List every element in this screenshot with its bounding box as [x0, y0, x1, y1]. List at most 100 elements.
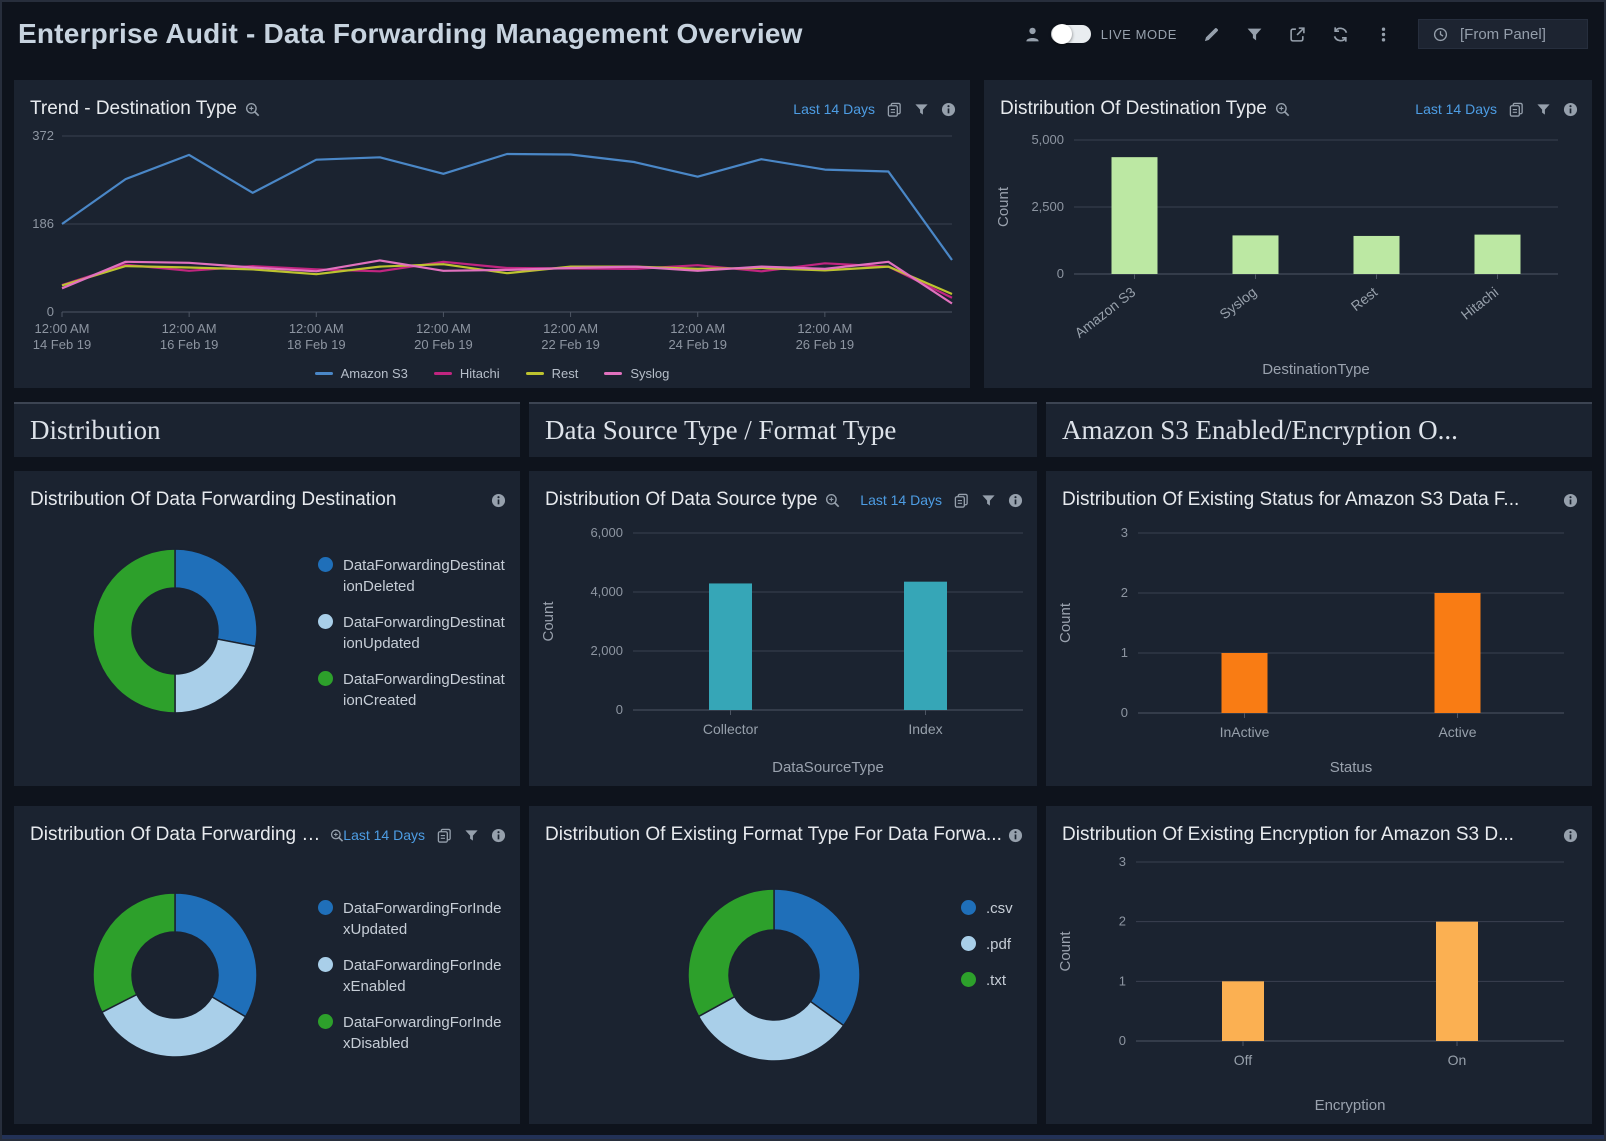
panel-data-source-type: Distribution Of Data Source type Last 14… — [529, 471, 1037, 786]
zoom-in-icon[interactable] — [1275, 102, 1290, 117]
svg-text:16 Feb 19: 16 Feb 19 — [160, 337, 219, 352]
panel-title: Distribution Of Data Source type — [545, 489, 817, 511]
svg-text:Amazon S3: Amazon S3 — [1071, 284, 1138, 341]
section-amazon-s3-enabled-encryption: Amazon S3 Enabled/Encryption O... — [1046, 402, 1592, 457]
svg-text:3: 3 — [1119, 854, 1126, 869]
svg-text:Count: Count — [540, 601, 557, 642]
panel-time-range[interactable]: Last 14 Days — [1415, 101, 1497, 117]
svg-text:2: 2 — [1121, 585, 1128, 600]
panel-forwarding-destination: Distribution Of Data Forwarding Destinat… — [14, 471, 520, 786]
svg-text:Rest: Rest — [1348, 284, 1381, 314]
svg-text:0: 0 — [1121, 705, 1128, 720]
svg-text:3: 3 — [1121, 525, 1128, 540]
dashboard-root: Enterprise Audit - Data Forwarding Manag… — [0, 0, 1606, 1141]
panel-title: Distribution Of Data Forwarding Destinat… — [30, 489, 396, 511]
format-type-donut-chart[interactable]: .csv.pdf.txt — [529, 850, 1037, 1124]
legend-item[interactable]: Syslog — [604, 366, 669, 381]
legend-swatch — [604, 372, 622, 375]
legend-label: Hitachi — [460, 366, 500, 381]
panel-time-range[interactable]: Last 14 Days — [793, 101, 875, 117]
info-icon[interactable] — [1563, 828, 1578, 843]
trend-line-chart[interactable]: 018637212:00 AM14 Feb 1912:00 AM16 Feb 1… — [14, 124, 970, 358]
trend-legend: Amazon S3 Hitachi Rest Syslog — [14, 358, 970, 388]
filter-icon[interactable] — [914, 102, 929, 117]
filter-icon[interactable] — [464, 828, 479, 843]
destination-type-bar-chart[interactable]: 02,5005,000CountAmazon S3SyslogRestHitac… — [984, 124, 1592, 388]
copy-icon[interactable] — [954, 493, 969, 508]
panel-time-range[interactable]: Last 14 Days — [860, 492, 942, 508]
svg-text:Count: Count — [995, 186, 1012, 227]
panel-title: Distribution Of Existing Format Type For… — [545, 824, 1002, 846]
copy-icon[interactable] — [437, 828, 452, 843]
panel-forwarding-index: Distribution Of Data Forwarding Index La… — [14, 806, 520, 1124]
legend-label: Syslog — [630, 366, 669, 381]
info-icon[interactable] — [941, 102, 956, 117]
legend-swatch — [526, 372, 544, 375]
zoom-in-icon[interactable] — [330, 828, 344, 843]
legend-swatch — [434, 372, 452, 375]
panel-title: Trend - Destination Type — [30, 98, 237, 120]
share-icon[interactable] — [1289, 26, 1306, 43]
forwarding-destination-donut-chart[interactable]: DataForwardingDestinationDeletedDataForw… — [14, 515, 520, 786]
svg-text:5,000: 5,000 — [1031, 132, 1064, 147]
data-source-type-bar-chart[interactable]: 02,0004,0006,000CountCollectorIndexDataS… — [529, 515, 1037, 786]
edit-icon[interactable] — [1203, 26, 1220, 43]
panel-trend-destination-type: Trend - Destination Type Last 14 Days 01… — [14, 80, 970, 388]
section-title: Distribution — [30, 415, 161, 446]
svg-text:DataSourceType: DataSourceType — [772, 759, 884, 776]
svg-text:Hitachi: Hitachi — [1458, 284, 1502, 323]
info-icon[interactable] — [491, 493, 506, 508]
svg-text:Count: Count — [1057, 602, 1074, 643]
legend-swatch — [315, 372, 333, 375]
zoom-in-icon[interactable] — [245, 102, 260, 117]
svg-text:2,000: 2,000 — [590, 643, 623, 658]
info-icon[interactable] — [1008, 493, 1023, 508]
filter-icon[interactable] — [1536, 102, 1551, 117]
refresh-icon[interactable] — [1332, 26, 1349, 43]
svg-text:Syslog: Syslog — [1216, 284, 1259, 322]
svg-text:Off: Off — [1234, 1052, 1253, 1068]
dashboard-header: Enterprise Audit - Data Forwarding Manag… — [2, 2, 1604, 66]
zoom-in-icon[interactable] — [825, 493, 840, 508]
info-icon[interactable] — [1008, 828, 1023, 843]
filter-icon[interactable] — [1246, 26, 1263, 43]
section-title: Data Source Type / Format Type — [545, 415, 896, 446]
panel-time-range[interactable]: Last 14 Days — [343, 827, 425, 843]
svg-text:On: On — [1448, 1052, 1467, 1068]
toggle-knob[interactable] — [1052, 24, 1072, 44]
panel-format-type: Distribution Of Existing Format Type For… — [529, 806, 1037, 1124]
svg-text:18 Feb 19: 18 Feb 19 — [287, 337, 346, 352]
svg-text:Encryption: Encryption — [1315, 1097, 1386, 1114]
svg-text:0: 0 — [616, 702, 623, 717]
svg-text:20 Feb 19: 20 Feb 19 — [414, 337, 473, 352]
svg-text:0: 0 — [1119, 1033, 1126, 1048]
svg-text:2,500: 2,500 — [1031, 199, 1064, 214]
svg-text:0: 0 — [47, 304, 54, 319]
legend-item[interactable]: Amazon S3 — [315, 366, 408, 381]
info-icon[interactable] — [1563, 493, 1578, 508]
s3-encryption-bar-chart[interactable]: 0123CountOffOnEncryption — [1046, 850, 1592, 1124]
filter-icon[interactable] — [981, 493, 996, 508]
forwarding-index-donut-chart[interactable]: DataForwardingForIndexUpdatedDataForward… — [14, 850, 520, 1124]
live-mode-toggle[interactable] — [1051, 25, 1091, 43]
copy-icon[interactable] — [1509, 102, 1524, 117]
info-icon[interactable] — [1563, 102, 1578, 117]
section-distribution: Distribution — [14, 402, 520, 457]
kebab-menu-icon[interactable] — [1375, 26, 1392, 43]
panel-s3-encryption: Distribution Of Existing Encryption for … — [1046, 806, 1592, 1124]
copy-icon[interactable] — [887, 102, 902, 117]
svg-text:1: 1 — [1119, 973, 1126, 988]
svg-text:Active: Active — [1438, 724, 1476, 740]
legend-item[interactable]: Rest — [526, 366, 579, 381]
legend-item[interactable]: Hitachi — [434, 366, 500, 381]
legend-label: Rest — [552, 366, 579, 381]
clock-icon — [1433, 27, 1448, 42]
svg-text:14 Feb 19: 14 Feb 19 — [33, 337, 92, 352]
time-range-selector[interactable]: [From Panel] — [1418, 19, 1588, 49]
svg-text:Collector: Collector — [703, 721, 759, 737]
panel-s3-status: Distribution Of Existing Status for Amaz… — [1046, 471, 1592, 786]
user-icon — [1024, 26, 1041, 43]
s3-status-bar-chart[interactable]: 0123CountInActiveActiveStatus — [1046, 515, 1592, 786]
section-title: Amazon S3 Enabled/Encryption O... — [1062, 415, 1458, 446]
info-icon[interactable] — [491, 828, 506, 843]
